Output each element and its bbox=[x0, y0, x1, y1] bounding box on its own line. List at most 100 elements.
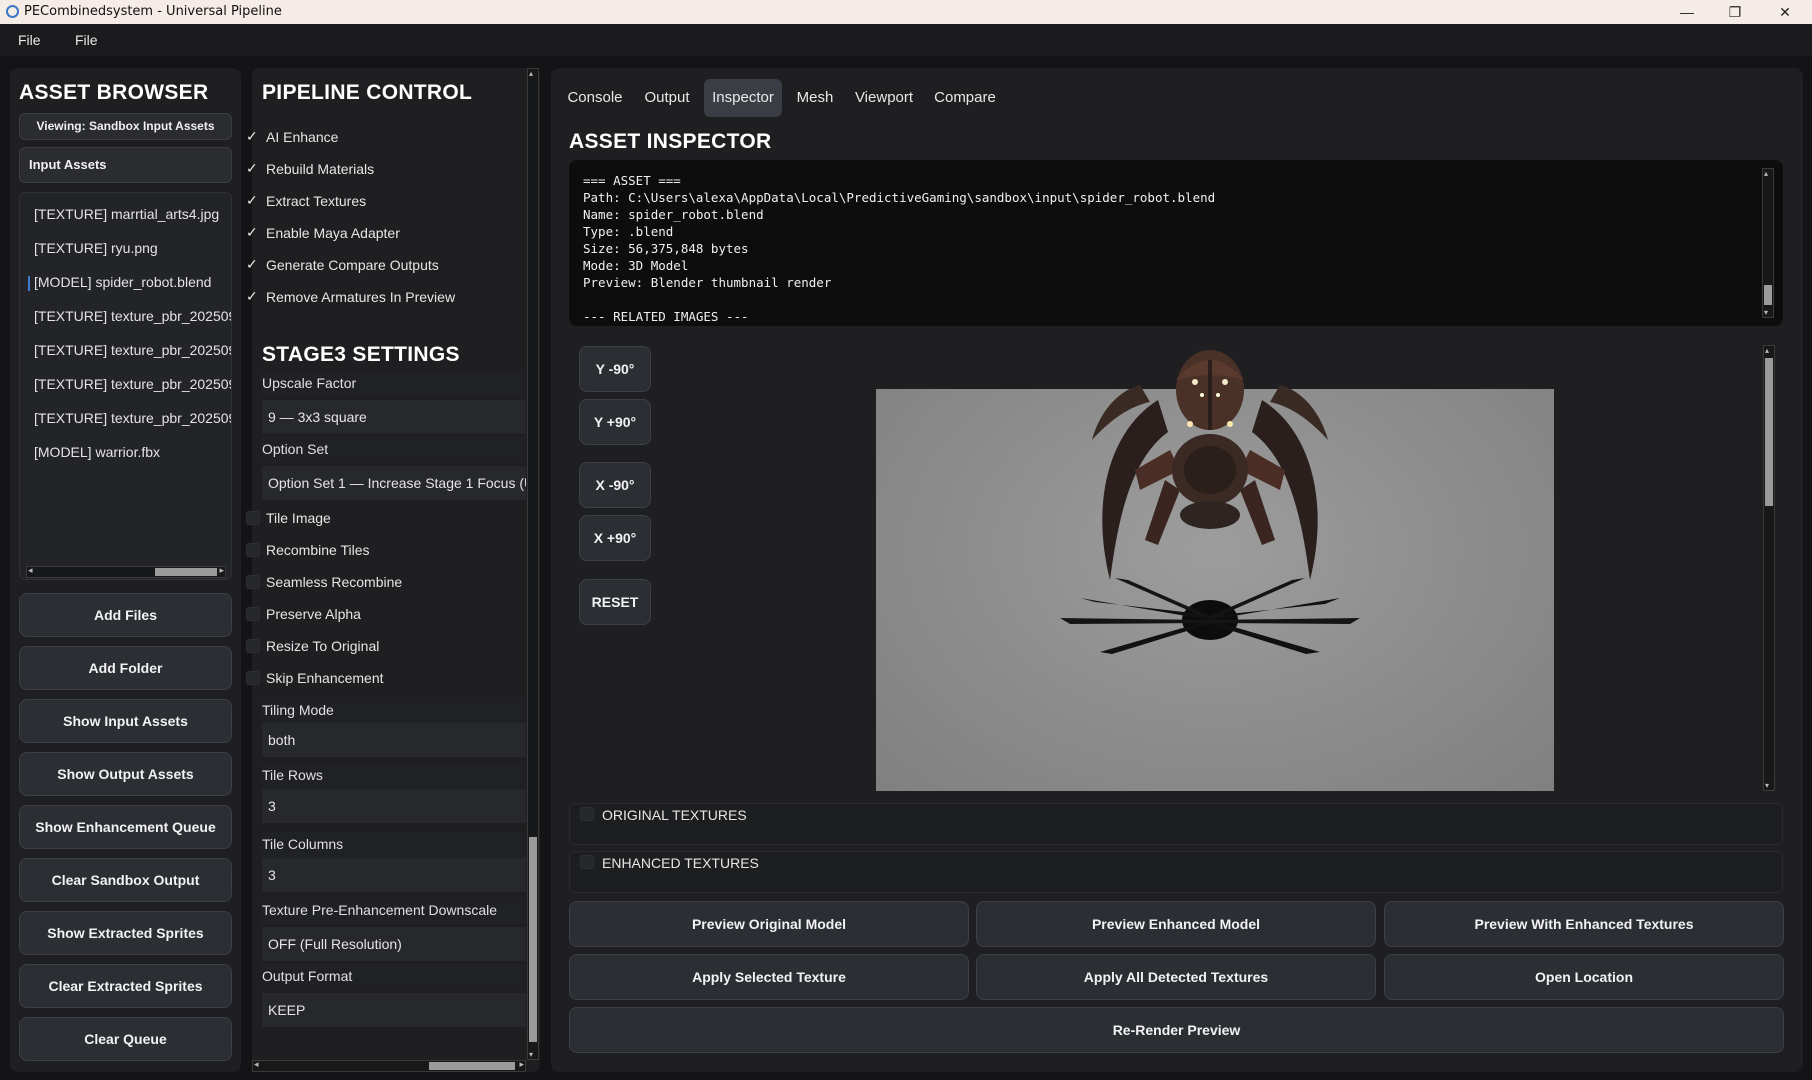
scroll-thumb[interactable] bbox=[1764, 285, 1772, 305]
viewport-vscrollbar[interactable]: ▴ ▾ bbox=[1763, 345, 1775, 791]
menu-file-2[interactable]: File bbox=[75, 32, 98, 48]
show-input-assets-button[interactable]: Show Input Assets bbox=[19, 699, 232, 743]
checkmark-icon[interactable]: ✓ bbox=[246, 192, 258, 209]
preview-with-enhanced-textures-button[interactable]: Preview With Enhanced Textures bbox=[1384, 901, 1784, 947]
rotate-y-minus-button[interactable]: Y -90° bbox=[579, 346, 651, 392]
checkbox[interactable] bbox=[246, 511, 260, 525]
checkmark-icon[interactable]: ✓ bbox=[246, 256, 258, 273]
open-location-button[interactable]: Open Location bbox=[1384, 954, 1784, 1000]
toggle-label: Seamless Recombine bbox=[266, 574, 403, 590]
show-output-assets-button[interactable]: Show Output Assets bbox=[19, 752, 232, 796]
viewing-label: Viewing: Sandbox Input Assets bbox=[19, 113, 232, 140]
original-textures-section[interactable]: ORIGINAL TEXTURES bbox=[569, 803, 1783, 845]
checkmark-icon[interactable]: ✓ bbox=[246, 160, 258, 177]
show-enhancement-queue-button[interactable]: Show Enhancement Queue bbox=[19, 805, 232, 849]
option-extract-textures[interactable]: ✓ Extract Textures bbox=[246, 192, 366, 209]
asset-list-hscrollbar[interactable]: ◂ ▸ bbox=[26, 565, 226, 578]
preview-enhanced-model-button[interactable]: Preview Enhanced Model bbox=[976, 901, 1376, 947]
option-generate-compare-outputs[interactable]: ✓ Generate Compare Outputs bbox=[246, 256, 439, 273]
option-set-select[interactable]: Option Set 1 — Increase Stage 1 Focus (U… bbox=[262, 466, 526, 500]
toggle-skip-enhancement[interactable]: Skip Enhancement bbox=[246, 670, 384, 686]
pipeline-vscrollbar[interactable]: ▴ ▾ bbox=[527, 68, 539, 1060]
preview-original-model-button[interactable]: Preview Original Model bbox=[569, 901, 969, 947]
toggle-resize-to-original[interactable]: Resize To Original bbox=[246, 638, 379, 654]
list-item[interactable]: [TEXTURE] texture_pbr_2025090 bbox=[34, 410, 231, 426]
close-button[interactable]: ✕ bbox=[1762, 0, 1808, 24]
scroll-up-icon[interactable]: ▴ bbox=[1765, 346, 1769, 355]
add-files-button[interactable]: Add Files bbox=[19, 593, 232, 637]
tiling-mode-select[interactable]: both bbox=[262, 723, 526, 757]
toggle-tile-image[interactable]: Tile Image bbox=[246, 510, 331, 526]
downscale-select[interactable]: OFF (Full Resolution) bbox=[262, 927, 526, 961]
list-item[interactable]: [TEXTURE] texture_pbr_2025090 bbox=[34, 308, 231, 324]
scroll-down-icon[interactable]: ▾ bbox=[1765, 781, 1769, 790]
scroll-thumb[interactable] bbox=[155, 568, 217, 576]
inspector-vscrollbar[interactable]: ▴ ▾ bbox=[1762, 168, 1774, 318]
reset-rotation-button[interactable]: RESET bbox=[579, 579, 651, 625]
rotate-x-minus-button[interactable]: X -90° bbox=[579, 462, 651, 508]
pipeline-hscrollbar[interactable]: ◂ ▸ bbox=[252, 1059, 526, 1072]
re-render-preview-button[interactable]: Re-Render Preview bbox=[569, 1007, 1784, 1053]
clear-extracted-sprites-button[interactable]: Clear Extracted Sprites bbox=[19, 964, 232, 1008]
list-item[interactable]: [TEXTURE] marrtial_arts4.jpg bbox=[34, 206, 219, 222]
tile-columns-input[interactable]: 3 bbox=[262, 858, 526, 892]
checkbox[interactable] bbox=[246, 575, 260, 589]
scroll-left-icon[interactable]: ◂ bbox=[254, 1059, 259, 1070]
section-checkbox[interactable] bbox=[580, 855, 594, 869]
add-folder-button[interactable]: Add Folder bbox=[19, 646, 232, 690]
tab-console[interactable]: Console bbox=[560, 79, 630, 117]
scroll-up-icon[interactable]: ▴ bbox=[1764, 169, 1768, 178]
section-checkbox[interactable] bbox=[580, 807, 594, 821]
scroll-down-icon[interactable]: ▾ bbox=[1764, 308, 1768, 317]
checkbox[interactable] bbox=[246, 607, 260, 621]
checkbox[interactable] bbox=[246, 543, 260, 557]
tab-viewport[interactable]: Viewport bbox=[848, 79, 920, 117]
scroll-thumb[interactable] bbox=[1765, 358, 1773, 506]
tab-output[interactable]: Output bbox=[636, 79, 698, 117]
checkbox[interactable] bbox=[246, 639, 260, 653]
toggle-recombine-tiles[interactable]: Recombine Tiles bbox=[246, 542, 370, 558]
toggle-preserve-alpha[interactable]: Preserve Alpha bbox=[246, 606, 361, 622]
scroll-thumb[interactable] bbox=[529, 837, 537, 1042]
list-item[interactable]: [MODEL] warrior.fbx bbox=[34, 444, 160, 460]
title-bar: PECombinedsystem - Universal Pipeline — … bbox=[0, 0, 1812, 24]
inspector-text-area[interactable]: === ASSET === Path: C:\Users\alexa\AppDa… bbox=[569, 160, 1783, 326]
clear-queue-button[interactable]: Clear Queue bbox=[19, 1017, 232, 1061]
list-item-selected[interactable]: [MODEL] spider_robot.blend bbox=[27, 274, 211, 291]
apply-selected-texture-button[interactable]: Apply Selected Texture bbox=[569, 954, 969, 1000]
option-remove-armatures[interactable]: ✓ Remove Armatures In Preview bbox=[246, 288, 455, 305]
minimize-button[interactable]: — bbox=[1664, 0, 1710, 24]
inspector-line: Mode: 3D Model bbox=[583, 258, 689, 273]
option-rebuild-materials[interactable]: ✓ Rebuild Materials bbox=[246, 160, 374, 177]
option-enable-maya-adapter[interactable]: ✓ Enable Maya Adapter bbox=[246, 224, 400, 241]
clear-sandbox-output-button[interactable]: Clear Sandbox Output bbox=[19, 858, 232, 902]
scroll-up-icon[interactable]: ▴ bbox=[529, 69, 533, 78]
checkbox[interactable] bbox=[246, 671, 260, 685]
show-extracted-sprites-button[interactable]: Show Extracted Sprites bbox=[19, 911, 232, 955]
output-format-select[interactable]: KEEP bbox=[262, 993, 526, 1027]
scroll-right-icon[interactable]: ▸ bbox=[219, 565, 224, 576]
rotate-x-plus-button[interactable]: X +90° bbox=[579, 515, 651, 561]
checkmark-icon[interactable]: ✓ bbox=[246, 288, 258, 305]
apply-all-detected-textures-button[interactable]: Apply All Detected Textures bbox=[976, 954, 1376, 1000]
scroll-left-icon[interactable]: ◂ bbox=[28, 565, 33, 576]
list-item[interactable]: [TEXTURE] texture_pbr_2025090 bbox=[34, 342, 231, 358]
scroll-down-icon[interactable]: ▾ bbox=[529, 1050, 533, 1059]
restore-button[interactable]: ❐ bbox=[1712, 0, 1758, 24]
list-item[interactable]: [TEXTURE] ryu.png bbox=[34, 240, 158, 256]
toggle-seamless-recombine[interactable]: Seamless Recombine bbox=[246, 574, 403, 590]
rotate-y-plus-button[interactable]: Y +90° bbox=[579, 399, 651, 445]
menu-file[interactable]: File bbox=[18, 32, 41, 48]
tile-rows-input[interactable]: 3 bbox=[262, 789, 526, 823]
tab-mesh[interactable]: Mesh bbox=[788, 79, 842, 117]
scroll-right-icon[interactable]: ▸ bbox=[519, 1059, 524, 1070]
checkmark-icon[interactable]: ✓ bbox=[246, 128, 258, 145]
enhanced-textures-section[interactable]: ENHANCED TEXTURES bbox=[569, 851, 1783, 893]
list-item[interactable]: [TEXTURE] texture_pbr_2025090 bbox=[34, 376, 231, 392]
scroll-thumb[interactable] bbox=[429, 1062, 515, 1070]
upscale-factor-select[interactable]: 9 — 3x3 square bbox=[262, 400, 526, 434]
tab-compare[interactable]: Compare bbox=[926, 79, 1004, 117]
tab-inspector[interactable]: Inspector bbox=[704, 79, 782, 117]
checkmark-icon[interactable]: ✓ bbox=[246, 224, 258, 241]
option-ai-enhance[interactable]: ✓ AI Enhance bbox=[246, 128, 338, 145]
